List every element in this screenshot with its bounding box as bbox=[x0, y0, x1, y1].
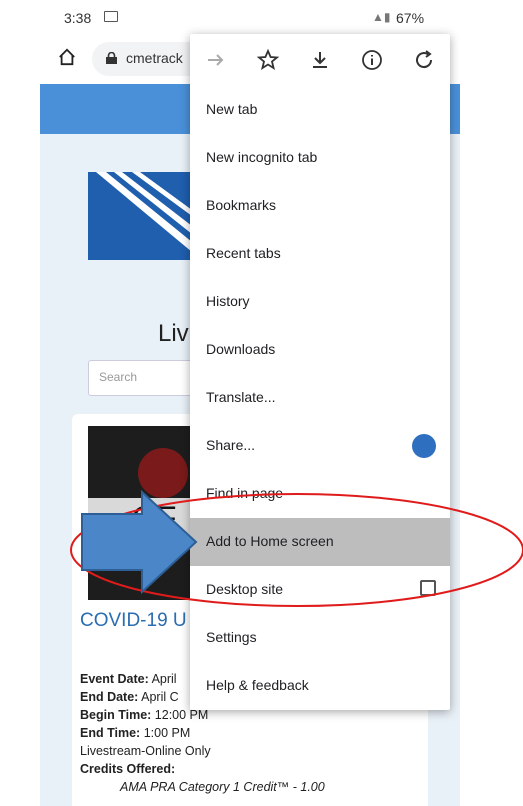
url-text: cmetrack bbox=[126, 50, 183, 66]
menu-item-label: Bookmarks bbox=[206, 197, 277, 213]
virus-graphic bbox=[138, 448, 188, 498]
battery-level: 67% bbox=[396, 10, 425, 26]
end-time-label: End Time: bbox=[80, 726, 141, 740]
event-date-label: Event Date: bbox=[80, 672, 149, 686]
credits-label: Credits Offered: bbox=[80, 762, 176, 776]
menu-item-desktop-site[interactable]: Desktop site bbox=[190, 566, 450, 614]
info-icon[interactable] bbox=[360, 48, 384, 72]
end-date-value: April C bbox=[141, 690, 179, 704]
menu-item-label: Add to Home screen bbox=[206, 533, 334, 549]
menu-item-share[interactable]: Share... bbox=[190, 422, 450, 470]
search-placeholder: Search bbox=[99, 370, 138, 384]
menu-item-new-incognito-tab[interactable]: New incognito tab bbox=[190, 134, 450, 182]
menu-item-new-tab[interactable]: New tab bbox=[190, 86, 450, 134]
forward-icon[interactable] bbox=[204, 48, 228, 72]
gallery-notification-icon bbox=[104, 11, 118, 22]
image-text: OF bbox=[132, 500, 177, 536]
end-date-label: End Date: bbox=[80, 690, 139, 704]
event-title-link[interactable]: COVID-19 U bbox=[80, 610, 187, 632]
menu-item-label: Share... bbox=[206, 437, 256, 453]
menu-item-recent-tabs[interactable]: Recent tabs bbox=[190, 230, 450, 278]
menu-item-settings[interactable]: Settings bbox=[190, 614, 450, 662]
page-heading: Liv bbox=[158, 320, 189, 347]
home-icon[interactable] bbox=[58, 48, 76, 66]
menu-item-label: New incognito tab bbox=[206, 149, 318, 165]
site-logo bbox=[88, 172, 192, 260]
menu-item-add-to-home-screen[interactable]: Add to Home screen bbox=[190, 518, 450, 566]
menu-item-help-feedback[interactable]: Help & feedback bbox=[190, 662, 450, 710]
menu-toolbar bbox=[190, 34, 450, 86]
phone-screen: 3:38 ▲▮ 67% cmetrack Liv Search OF COVID… bbox=[40, 0, 460, 806]
menu-item-label: Recent tabs bbox=[206, 245, 281, 261]
star-icon[interactable] bbox=[256, 48, 280, 72]
begin-time-label: Begin Time: bbox=[80, 708, 152, 722]
browser-overflow-menu: New tab New incognito tab Bookmarks Rece… bbox=[190, 34, 450, 710]
credit-line: AMA PRA Category 1 Credit™ - 1.00 bbox=[120, 780, 325, 794]
begin-time-value: 12:00 PM bbox=[154, 708, 209, 722]
refresh-icon[interactable] bbox=[412, 48, 436, 72]
status-bar: 3:38 ▲▮ 67% bbox=[40, 0, 460, 34]
menu-item-label: Settings bbox=[206, 629, 257, 645]
menu-item-bookmarks[interactable]: Bookmarks bbox=[190, 182, 450, 230]
end-time-value: 1:00 PM bbox=[143, 726, 191, 740]
menu-item-label: Find in page bbox=[206, 485, 284, 501]
menu-item-label: Downloads bbox=[206, 341, 276, 357]
wifi-signal-icon: ▲▮ bbox=[372, 10, 391, 24]
download-icon[interactable] bbox=[308, 48, 332, 72]
status-time: 3:38 bbox=[64, 10, 92, 26]
menu-item-translate[interactable]: Translate... bbox=[190, 374, 450, 422]
desktop-site-checkbox[interactable] bbox=[420, 580, 436, 596]
menu-item-label: History bbox=[206, 293, 250, 309]
menu-item-label: Translate... bbox=[206, 389, 276, 405]
menu-item-downloads[interactable]: Downloads bbox=[190, 326, 450, 374]
menu-item-label: Help & feedback bbox=[206, 677, 309, 693]
lock-icon bbox=[106, 52, 117, 64]
event-format: Livestream-Online Only bbox=[80, 744, 211, 758]
menu-item-find-in-page[interactable]: Find in page bbox=[190, 470, 450, 518]
menu-item-label: Desktop site bbox=[206, 581, 284, 597]
share-app-icon bbox=[412, 434, 436, 458]
menu-item-history[interactable]: History bbox=[190, 278, 450, 326]
menu-item-label: New tab bbox=[206, 101, 258, 117]
event-date-value: April bbox=[151, 672, 177, 686]
